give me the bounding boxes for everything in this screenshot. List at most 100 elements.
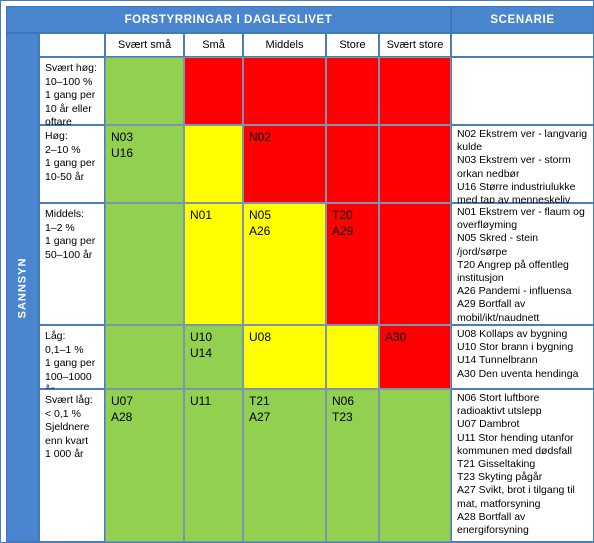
scenario-cell: N02 Ekstrem ver - langvarig kulde N03 Eks… bbox=[451, 125, 594, 206]
probability-row-label: Låg:0,1–1 %1 gang per100–1000år bbox=[39, 325, 105, 396]
risk-cell[interactable]: U11 bbox=[184, 389, 243, 542]
risk-cell[interactable]: A30 bbox=[379, 325, 451, 389]
risk-code: U08 bbox=[249, 330, 272, 344]
risk-code: T20 bbox=[332, 208, 353, 222]
scenario-line: U07 Dambrot bbox=[457, 418, 520, 431]
risk-code: T23 bbox=[332, 410, 353, 424]
consequence-column-header: Små bbox=[184, 33, 243, 57]
risk-cell[interactable] bbox=[184, 125, 243, 203]
risk-cell[interactable]: U07 A28 bbox=[105, 389, 184, 542]
risk-code: N03 bbox=[111, 130, 134, 144]
risk-code: A27 bbox=[249, 410, 271, 424]
risk-cell[interactable] bbox=[243, 57, 326, 125]
probability-row-label-line: 2–10 % bbox=[45, 143, 81, 156]
risk-cell[interactable] bbox=[379, 125, 451, 203]
risk-cell[interactable] bbox=[326, 125, 379, 203]
consequence-header-band: FORSTYRRINGAR I DAGLEGLIVET bbox=[6, 6, 451, 33]
risk-cell[interactable]: N02 bbox=[243, 125, 326, 203]
scenario-line: T21 Gisseltaking bbox=[457, 458, 536, 471]
scenario-cell bbox=[451, 57, 594, 125]
probability-row-label-line: 10 år eller bbox=[45, 102, 92, 115]
risk-code: A30 bbox=[385, 330, 407, 344]
risk-code: N01 bbox=[190, 208, 213, 222]
risk-cell[interactable] bbox=[379, 203, 451, 325]
risk-cell[interactable] bbox=[105, 57, 184, 125]
scenario-column-header-blank bbox=[451, 33, 594, 57]
probability-row-label-line: 10-50 år bbox=[45, 170, 85, 183]
scenario-line: U08 Kollaps av bygning bbox=[457, 328, 568, 340]
probability-row-label-line: 1 gang per bbox=[45, 157, 96, 169]
probability-row-label-line: Låg: bbox=[45, 330, 66, 342]
risk-code: N02 bbox=[249, 130, 272, 144]
probability-row-label-line: Svært låg: bbox=[45, 394, 93, 406]
risk-cell[interactable]: U08 bbox=[243, 325, 326, 389]
probability-row-label: Svært høg: 10–100 % 1 gang per 10 år eller o… bbox=[39, 57, 105, 128]
risk-cell[interactable] bbox=[326, 325, 379, 389]
probability-row-label-line: 50–100 år bbox=[45, 248, 93, 261]
probability-axis-label: SANNSYN bbox=[6, 33, 39, 542]
probability-row-label-line: Svært høg: bbox=[45, 62, 97, 74]
risk-cell[interactable]: U10 U14 bbox=[184, 325, 243, 389]
probability-row-label: Svært låg: < 0,1 % Sjeldnere enn kvart 1 000… bbox=[39, 389, 105, 542]
risk-code: N06 bbox=[332, 394, 355, 408]
risk-code: U14 bbox=[190, 346, 213, 360]
probability-axis-label-text: SANNSYN bbox=[16, 257, 29, 318]
risk-cell[interactable]: N06 T23 bbox=[326, 389, 379, 542]
risk-cell[interactable]: N01 bbox=[184, 203, 243, 325]
risk-code: U07 bbox=[111, 394, 134, 408]
risk-code: A29 bbox=[332, 224, 354, 238]
scenario-line: T23 Skyting pågår bbox=[457, 471, 543, 484]
scenario-cell: N01 Ekstrem ver - flaum og overfløyming N… bbox=[451, 203, 594, 325]
scenario-line: A29 Bortfall av mobil/ikt/naudnett bbox=[457, 298, 540, 324]
scenario-line: A27 Svikt, brot i tilgang til mat, matfo… bbox=[457, 484, 575, 510]
risk-cell[interactable] bbox=[326, 57, 379, 125]
probability-row-label-line: 1–2 % bbox=[45, 221, 75, 234]
consequence-column-header: Store bbox=[326, 33, 379, 57]
risk-code: U10 bbox=[190, 330, 213, 344]
risk-cell[interactable]: N03 U16 bbox=[105, 125, 184, 203]
probability-row-label-line: 1 gang per bbox=[45, 89, 96, 101]
risk-cell[interactable] bbox=[105, 203, 184, 325]
consequence-column-header: Svært store bbox=[379, 33, 451, 57]
scenario-line: A30 Den uventa hendinga bbox=[457, 367, 579, 380]
risk-cell[interactable]: T20 A29 bbox=[326, 203, 379, 325]
risk-code: U11 bbox=[190, 394, 212, 408]
probability-row-label-line: Middels: bbox=[45, 208, 85, 220]
probability-row-label-line: 1 gang per bbox=[45, 235, 96, 247]
risk-code: U16 bbox=[111, 146, 134, 160]
risk-code: T21 bbox=[249, 394, 270, 408]
consequence-column-header: Middels bbox=[243, 33, 326, 57]
probability-row-label-line: enn kvart bbox=[45, 434, 89, 447]
risk-cell[interactable] bbox=[379, 389, 451, 542]
risk-cell[interactable]: N05 A26 bbox=[243, 203, 326, 325]
scenario-cell: U08 Kollaps av bygning U10 Stor brann i b… bbox=[451, 325, 594, 389]
scenario-line: N02 Ekstrem ver - langvarig kulde bbox=[457, 128, 588, 154]
corner-blank-cell bbox=[39, 33, 105, 57]
risk-code: A26 bbox=[249, 224, 271, 238]
risk-matrix: FORSTYRRINGAR I DAGLEGLIVET SCENARIE SAN… bbox=[0, 0, 594, 543]
probability-row-label-line: < 0,1 % bbox=[45, 407, 81, 420]
scenario-line: U11 Stor hending utanfor kommunen med dø… bbox=[457, 431, 574, 457]
risk-cell[interactable]: T21 A27 bbox=[243, 389, 326, 542]
risk-cell[interactable] bbox=[379, 57, 451, 125]
scenario-line: N01 Ekstrem ver - flaum og overfløyming bbox=[457, 206, 585, 232]
probability-row-label-line: 1 000 år bbox=[45, 448, 84, 460]
probability-row-label-line: 100–1000 bbox=[45, 370, 92, 383]
risk-cell[interactable] bbox=[105, 325, 184, 389]
risk-code: N05 bbox=[249, 208, 272, 222]
risk-code: A28 bbox=[111, 410, 133, 424]
probability-row-label: Middels: 1–2 % 1 gang per 50–100 år bbox=[39, 203, 105, 325]
probability-row-label: Høg: 2–10 % 1 gang per 10-50 år bbox=[39, 125, 105, 203]
scenario-header-band: SCENARIE bbox=[451, 6, 594, 33]
probability-row-label-line: Høg: bbox=[45, 130, 68, 142]
scenario-cell: N06 Stort luftbore radioaktivt utslepp U0… bbox=[451, 389, 594, 542]
risk-cell[interactable] bbox=[184, 57, 243, 125]
probability-row-label-line: Sjeldnere bbox=[45, 421, 90, 433]
probability-row-label-line: 0,1–1 % bbox=[45, 343, 84, 356]
scenario-line: A26 Pandemi - influensa bbox=[457, 285, 572, 298]
scenario-line: U14 Tunnelbrann bbox=[457, 354, 538, 367]
scenario-line: N03 Ekstrem ver - storm orkan nedbør bbox=[457, 154, 571, 180]
probability-row-label-line: 1 gang per bbox=[45, 357, 96, 369]
scenario-line: T20 Angrep på offentleg institusjon bbox=[457, 258, 569, 285]
probability-row-label-line: 10–100 % bbox=[45, 75, 93, 88]
